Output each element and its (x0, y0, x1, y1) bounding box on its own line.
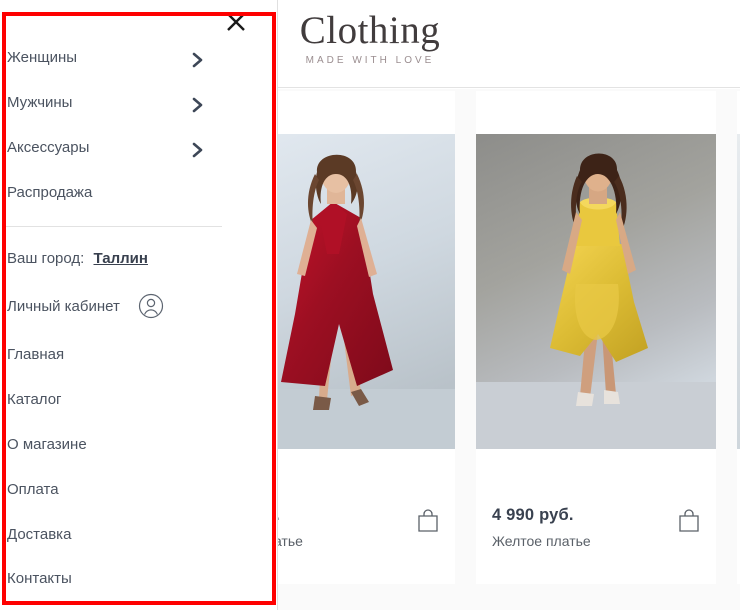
product-price: 4 990 руб. (492, 506, 574, 524)
menu-divider (6, 226, 222, 227)
menu-item-label: Контакты (7, 570, 72, 587)
menu-item-label: Женщины (7, 49, 78, 66)
chevron-right-icon (192, 52, 204, 68)
menu-item-label: Оплата (7, 481, 59, 498)
chevron-right-icon (192, 142, 204, 158)
side-menu-panel: Женщины Мужчины Аксессуары Распродажа Ва… (0, 0, 278, 610)
menu-item-catalog[interactable]: Каталог (7, 391, 212, 413)
product-name: Желтое платье (492, 533, 591, 549)
city-value[interactable]: Таллин (93, 250, 147, 267)
menu-item-label: Мужчины (7, 94, 73, 111)
menu-item-men[interactable]: Мужчины (7, 94, 212, 116)
menu-item-about[interactable]: О магазине (7, 436, 212, 458)
menu-item-home[interactable]: Главная (7, 346, 212, 368)
menu-item-label: Доставка (7, 526, 72, 543)
menu-item-payment[interactable]: Оплата (7, 481, 212, 503)
shopping-bag-icon[interactable] (678, 509, 700, 533)
product-image-yellow-dress (476, 134, 716, 449)
menu-item-women[interactable]: Женщины (7, 49, 212, 71)
menu-item-label: Распродажа (7, 184, 93, 201)
menu-item-label: Аксессуары (7, 139, 90, 156)
menu-item-contacts[interactable]: Контакты (7, 570, 212, 592)
menu-item-label: Главная (7, 346, 65, 363)
menu-item-delivery[interactable]: Доставка (7, 526, 212, 548)
close-icon[interactable] (222, 8, 250, 36)
product-meta: 4 990 руб. Желтое платье (492, 506, 700, 549)
menu-item-label: О магазине (7, 436, 87, 453)
chevron-right-icon (192, 97, 204, 113)
shopping-bag-icon[interactable] (417, 509, 439, 533)
side-menu-content: Женщины Мужчины Аксессуары Распродажа Ва… (0, 0, 260, 610)
menu-item-accessories[interactable]: Аксессуары (7, 139, 212, 161)
city-selector[interactable]: Ваш город: Таллин (7, 250, 148, 267)
menu-item-label: Каталог (7, 391, 62, 408)
menu-item-sale[interactable]: Распродажа (7, 184, 212, 206)
city-label: Ваш город: (7, 250, 85, 267)
product-card[interactable]: 4 990 руб. Желтое платье (476, 91, 716, 584)
user-account-icon (138, 293, 164, 319)
account-label: Личный кабинет (7, 298, 120, 315)
account-link[interactable]: Личный кабинет (7, 293, 164, 319)
page-root: Clothing MADE WITH LOVE платье 4 990 руб… (0, 0, 740, 610)
